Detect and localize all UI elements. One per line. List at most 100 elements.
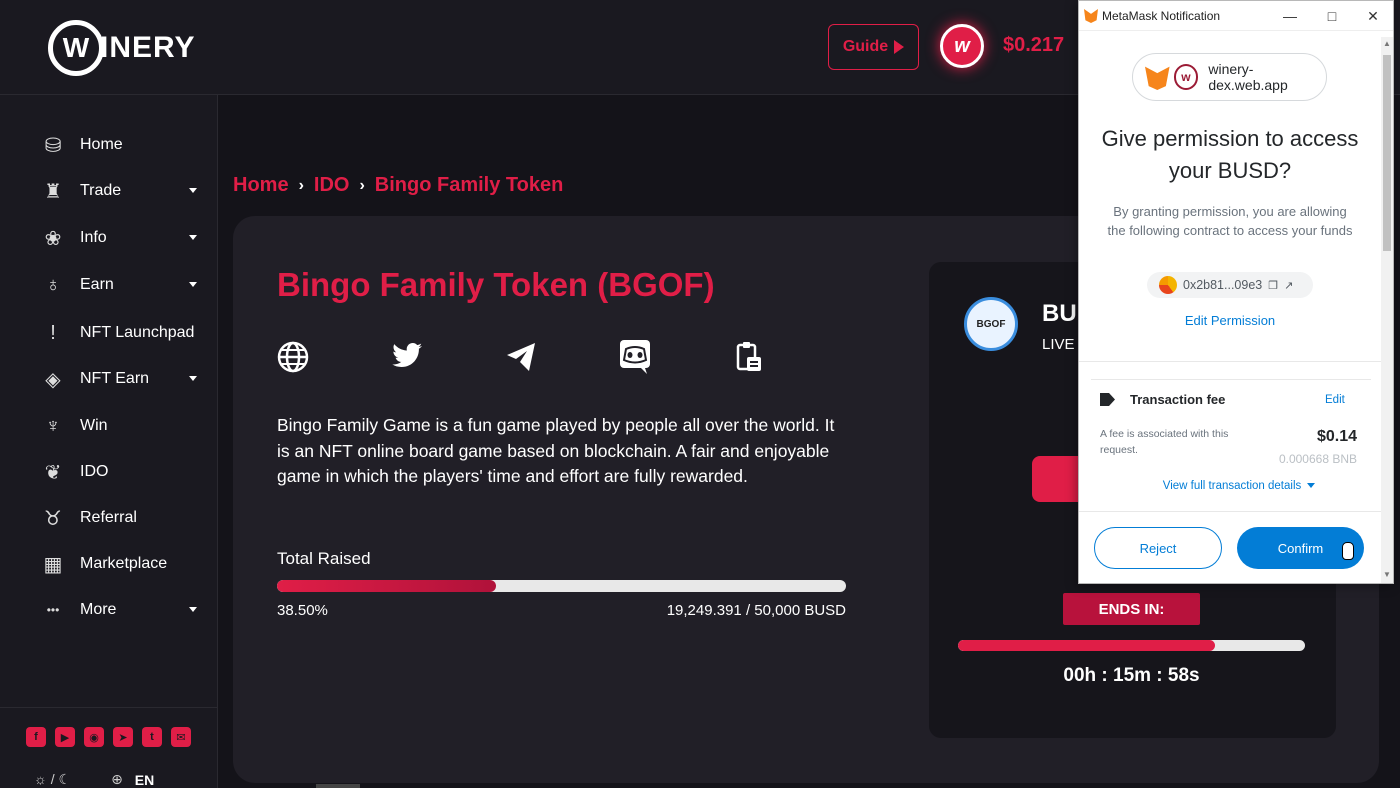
metamask-fox-icon (1084, 9, 1098, 23)
sidebar-item-label: Referral (80, 509, 137, 526)
popup-scrollbar-thumb[interactable] (1383, 55, 1391, 251)
contract-address-pill: 0x2b81...09e3 ❐ ↗ (1147, 272, 1313, 298)
breadcrumb-current: Bingo Family Token (374, 174, 564, 196)
caret-down-icon (189, 188, 197, 193)
facebook-icon[interactable]: f (26, 727, 46, 747)
caret-down-icon (189, 607, 197, 612)
youtube-icon[interactable]: ▶ (55, 727, 75, 747)
identicon-icon (1159, 276, 1177, 294)
popup-divider (1079, 361, 1381, 362)
countdown-progress-fill (958, 640, 1215, 651)
countdown-progress-bar (958, 640, 1305, 651)
caret-down-icon (189, 376, 197, 381)
trophy-icon: ♆ (45, 414, 61, 437)
twitter-icon[interactable] (391, 340, 423, 374)
grapes-icon: ❀ (44, 227, 62, 250)
permission-subtext: By granting permission, you are allowing… (1107, 204, 1353, 238)
permission-heading: Give permission to access your BUSD? (1101, 126, 1359, 183)
fee-bnb: 0.000668 BNB (1278, 452, 1357, 466)
breadcrumb: Home › IDO › Bingo Family Token (233, 174, 563, 197)
countdown-timer: 00h : 15m : 58s (1063, 665, 1200, 686)
external-link-icon[interactable]: ↗ (1284, 279, 1293, 292)
glasses-icon: ♁ (45, 273, 61, 296)
fee-usd: $0.14 (1316, 428, 1357, 445)
view-details-label: View full transaction details (1162, 480, 1302, 492)
site-origin-pill: w winery-dex.web.app (1132, 53, 1327, 101)
chevron-right-icon: › (298, 176, 304, 194)
fee-edit-link[interactable]: Edit (1325, 394, 1345, 406)
sidebar-item-label: Info (80, 229, 107, 246)
sidebar-item-ido[interactable]: ❦ IDO (40, 456, 205, 488)
maximize-icon[interactable]: □ (1322, 6, 1342, 26)
metamask-notification-window: MetaMask Notification — □ ✕ ▲ ▼ w winery… (1078, 0, 1394, 584)
winery-logo[interactable]: W INERY (48, 20, 196, 76)
dots-icon: ••• (46, 603, 60, 617)
twitter-icon[interactable]: t (142, 727, 162, 747)
reject-button[interactable]: Reject (1094, 527, 1222, 569)
play-icon (894, 40, 905, 54)
minimize-icon[interactable]: — (1280, 6, 1300, 26)
token-price: $0.217 (1003, 34, 1065, 56)
mail-icon[interactable]: ✉ (171, 727, 191, 747)
view-details-link[interactable]: View full transaction details (1111, 480, 1367, 492)
close-icon[interactable]: ✕ (1363, 6, 1383, 26)
chevron-right-icon: › (359, 176, 365, 194)
sidebar-item-referral[interactable]: ♉ Referral (40, 502, 205, 534)
breadcrumb-ido[interactable]: IDO (314, 174, 350, 197)
scroll-down-icon[interactable]: ▼ (1383, 570, 1391, 579)
nft-icon: ◈ (45, 368, 61, 391)
telegram-icon[interactable] (505, 340, 537, 374)
cheers-icon: ♉ (44, 507, 62, 530)
globe-icon[interactable]: ⊕ (111, 771, 123, 788)
panel-status: LIVE (1042, 336, 1075, 353)
ends-in-badge: ENDS IN: (1063, 593, 1200, 625)
guide-button[interactable]: Guide (828, 24, 919, 70)
theme-toggle-icon[interactable]: ☼ / ☾ (34, 771, 71, 788)
sidebar-item-more[interactable]: ••• More (40, 594, 205, 626)
contract-address: 0x2b81...09e3 (1183, 278, 1263, 292)
horizontal-scrollbar[interactable] (316, 784, 360, 788)
sidebar-item-label: Earn (80, 276, 114, 293)
vine-icon: ❦ (44, 461, 62, 484)
sidebar-item-info[interactable]: ❀ Info (40, 222, 205, 254)
winery-token-icon[interactable]: w (940, 24, 984, 68)
raised-percent: 38.50% (277, 602, 328, 619)
fee-title: Transaction fee (1130, 392, 1226, 407)
sidebar-item-nft-earn[interactable]: ◈ NFT Earn (40, 363, 205, 395)
transaction-fee-section: Transaction fee Edit A fee is associated… (1091, 379, 1371, 509)
scroll-up-icon[interactable]: ▲ (1383, 39, 1391, 48)
copy-icon[interactable]: ❐ (1268, 279, 1278, 292)
window-titlebar[interactable]: MetaMask Notification — □ ✕ (1079, 1, 1393, 31)
sidebar-item-label: NFT Earn (80, 370, 150, 387)
sidebar-footer: ☼ / ☾ ⊕ EN (34, 771, 154, 788)
edit-permission-link[interactable]: Edit Permission (1099, 313, 1361, 328)
sidebar-item-nft-launchpad[interactable]: ! NFT Launchpad (40, 317, 205, 349)
breadcrumb-home[interactable]: Home (233, 174, 289, 197)
globe-icon[interactable] (277, 340, 309, 374)
discord-icon[interactable] (619, 340, 651, 374)
raised-progress-fill (277, 580, 497, 592)
sidebar: ⛁ Home ♜ Trade ❀ Info ♁ Earn ! NFT Launchpad ◈ NFT … (0, 95, 218, 788)
sidebar-item-win[interactable]: ♆ Win (40, 410, 205, 442)
sidebar-item-label: Marketplace (80, 555, 168, 572)
guide-label: Guide (842, 38, 889, 55)
project-links (277, 340, 765, 374)
mouse-cursor-icon (1342, 542, 1354, 560)
logo-mark: W (48, 20, 104, 76)
discord-icon[interactable]: ◉ (84, 727, 104, 747)
bottle-icon: ! (50, 321, 56, 344)
total-raised-label: Total Raised (277, 549, 371, 568)
barrel-icon: ⛁ (44, 134, 62, 157)
clipboard-icon[interactable] (733, 340, 765, 374)
sidebar-item-label: Trade (80, 182, 122, 199)
telegram-icon[interactable]: ➤ (113, 727, 133, 747)
sidebar-item-trade[interactable]: ♜ Trade (40, 175, 205, 207)
sidebar-item-home[interactable]: ⛁ Home (40, 129, 205, 161)
sidebar-item-marketplace[interactable]: ▦ Marketplace (40, 548, 205, 580)
bgof-avatar: BGOF (964, 297, 1018, 351)
caret-down-icon (189, 282, 197, 287)
project-description: Bingo Family Game is a fun game played b… (277, 415, 835, 486)
sidebar-item-earn[interactable]: ♁ Earn (40, 269, 205, 301)
language-selector[interactable]: EN (135, 772, 154, 788)
metamask-fox-icon (1145, 66, 1170, 90)
